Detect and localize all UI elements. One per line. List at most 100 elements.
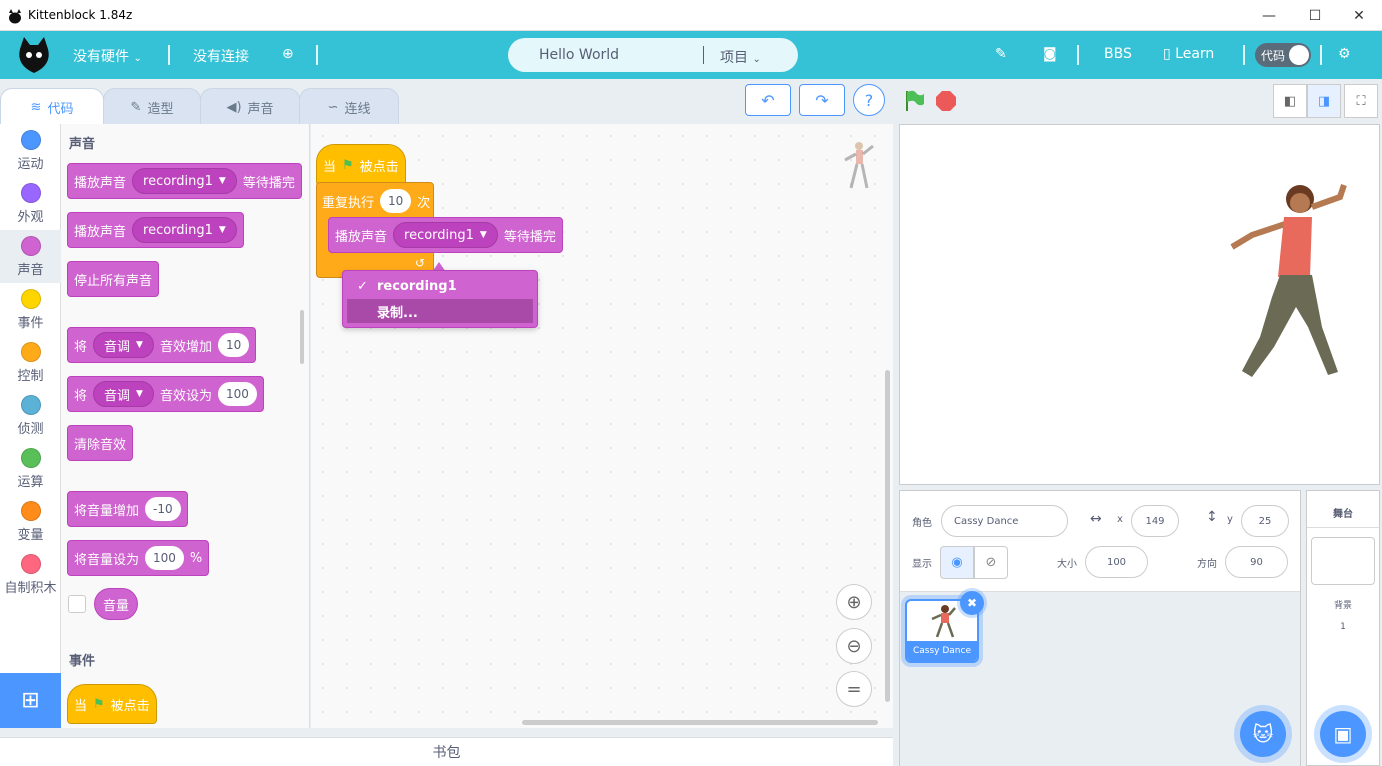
direction-input[interactable]: 90 <box>1225 546 1288 578</box>
zoom-reset-button[interactable]: = <box>836 671 872 707</box>
sound-dropdown[interactable]: recording1 ▼ <box>132 168 237 194</box>
effect-dropdown[interactable]: 音调 ▼ <box>93 332 154 358</box>
block-set-volume[interactable]: 将音量设为 100% <box>67 540 210 576</box>
x-input[interactable]: 149 <box>1131 505 1179 537</box>
add-extension-button[interactable]: ⊞ <box>0 673 61 728</box>
block-change-effect[interactable]: 将音调 ▼ 音效增加 10 <box>67 327 257 363</box>
tab-wiring[interactable]: ∽ 连线 <box>299 88 399 125</box>
category-my-blocks[interactable]: 自制积木 <box>0 548 61 601</box>
bbs-link[interactable]: BBS <box>1104 46 1132 62</box>
stop-icon[interactable] <box>934 89 958 113</box>
y-input[interactable]: 25 <box>1241 505 1289 537</box>
toggle-knob <box>1289 45 1309 65</box>
green-flag-icon: ⚑ <box>342 157 354 173</box>
kitten-logo-icon[interactable] <box>16 35 52 75</box>
large-stage-button[interactable]: ◨ <box>1307 84 1341 118</box>
block-clear-effects[interactable]: 清除音效 <box>67 425 134 461</box>
block-when-flag-clicked[interactable]: 当 ⚑ 被点击 <box>67 684 157 724</box>
effect-dropdown[interactable]: 音调 ▼ <box>93 381 154 407</box>
category-dot <box>20 183 41 203</box>
help-button[interactable]: ? <box>853 84 885 116</box>
category-dot <box>20 501 41 521</box>
minimize-button[interactable]: — <box>1246 0 1292 31</box>
category-events[interactable]: 事件 <box>0 283 61 336</box>
block-change-volume[interactable]: 将音量增加 -10 <box>67 491 188 527</box>
title-bar: Kittenblock 1.84z — ☐ ✕ <box>0 0 1382 31</box>
green-flag-icon[interactable] <box>902 89 926 113</box>
add-backdrop-button[interactable]: ▣ <box>1320 711 1366 757</box>
category-operators[interactable]: 运算 <box>0 442 61 495</box>
block-start-sound[interactable]: 播放声音 recording1 ▼ <box>67 212 244 248</box>
sound-dropdown[interactable]: recording1 ▼ <box>393 222 498 248</box>
value-input[interactable]: 10 <box>217 333 250 357</box>
project-name-input[interactable]: Hello World <box>539 47 619 63</box>
category-sound[interactable]: 声音 <box>0 230 61 283</box>
hardware-menu[interactable]: 没有硬件 ⌄ <box>73 46 142 66</box>
dropdown-item-record[interactable]: 录制... <box>347 299 533 323</box>
stage-thumbnail[interactable] <box>1311 537 1375 585</box>
category-variables[interactable]: 变量 <box>0 495 61 548</box>
block-text: 播放声音 <box>74 175 127 191</box>
divider <box>1077 45 1079 65</box>
script-workspace[interactable]: 当 ⚑ 被点击 重复执行 10 次 播放声音 recording1 ▼ 等待播完 ↺ ⊕ ⊖ … <box>311 124 893 728</box>
category-dot <box>20 342 41 362</box>
connection-menu[interactable]: 没有连接 <box>193 46 249 66</box>
learn-link[interactable]: ▯ Learn <box>1163 46 1214 62</box>
camera-icon[interactable]: ◙ <box>1043 46 1057 62</box>
tab-costumes[interactable]: ✎ 造型 <box>103 88 201 125</box>
maximize-button[interactable]: ☐ <box>1292 0 1338 31</box>
category-motion[interactable]: 运动 <box>0 124 61 177</box>
block-play-sound-until-done[interactable]: 播放声音 recording1 ▼ 等待播完 <box>67 163 302 199</box>
code-toggle[interactable]: 代码 <box>1255 43 1311 67</box>
size-label: 大小 <box>1057 559 1077 570</box>
close-button[interactable]: ✕ <box>1336 0 1382 31</box>
globe-icon[interactable]: ⊕ <box>282 46 294 62</box>
fullscreen-button[interactable]: ⛶ <box>1344 84 1378 118</box>
chevron-down-icon: ⌄ <box>752 54 761 65</box>
sound-dropdown[interactable]: recording1 ▼ <box>132 217 237 243</box>
show-button[interactable]: ◉ <box>940 546 974 579</box>
speaker-icon: ◀) <box>226 99 242 115</box>
tab-sounds[interactable]: ◀) 声音 <box>200 88 300 125</box>
block-stop-all-sounds[interactable]: 停止所有声音 <box>67 261 160 297</box>
block-text: 次 <box>417 195 431 211</box>
backpack-bar[interactable]: 书包 <box>0 737 893 766</box>
hide-button[interactable]: ⊘ <box>974 546 1008 579</box>
category-label: 变量 <box>17 528 44 543</box>
zoom-out-icon: ⊖ <box>846 635 862 657</box>
block-text: 当 <box>74 698 88 714</box>
category-looks[interactable]: 外观 <box>0 177 61 230</box>
tab-code[interactable]: ≋ 代码 <box>0 88 104 126</box>
script-when-flag-clicked[interactable]: 当 ⚑ 被点击 <box>316 144 406 186</box>
category-sensing[interactable]: 侦测 <box>0 389 61 442</box>
redo-button[interactable]: ↷ <box>799 84 845 116</box>
block-set-effect[interactable]: 将音调 ▼ 音效设为 100 <box>67 376 264 412</box>
volume-checkbox[interactable] <box>68 595 86 613</box>
value-input[interactable]: -10 <box>145 497 181 521</box>
value-input[interactable]: 100 <box>217 382 257 406</box>
script-play-sound-until-done[interactable]: 播放声音 recording1 ▼ 等待播完 <box>328 217 563 253</box>
palette-scrollbar[interactable] <box>300 310 304 364</box>
delete-sprite-button[interactable]: ✖ <box>960 591 984 615</box>
block-volume-reporter[interactable]: 音量 <box>94 588 139 620</box>
undo-button[interactable]: ↶ <box>745 84 791 116</box>
repeat-count-input[interactable]: 10 <box>380 189 412 213</box>
workspace-vertical-scrollbar[interactable] <box>885 370 890 702</box>
category-label: 侦测 <box>17 422 44 437</box>
pencil-icon[interactable]: ✎ <box>995 46 1007 62</box>
small-stage-button[interactable]: ◧ <box>1273 84 1307 118</box>
project-menu[interactable]: 项目 ⌄ <box>720 47 761 67</box>
gear-icon[interactable]: ⚙ <box>1338 46 1351 62</box>
zoom-in-button[interactable]: ⊕ <box>836 584 872 620</box>
cassy-dance-sprite[interactable] <box>1212 177 1352 389</box>
workspace-horizontal-scrollbar[interactable] <box>522 720 878 725</box>
category-control[interactable]: 控制 <box>0 336 61 389</box>
sprite-name-input[interactable]: Cassy Dance <box>941 505 1068 537</box>
zoom-out-button[interactable]: ⊖ <box>836 628 872 664</box>
add-sprite-button[interactable]: 🐱 <box>1240 711 1286 757</box>
stage-canvas[interactable] <box>899 124 1380 485</box>
size-input[interactable]: 100 <box>1085 546 1148 578</box>
value-input[interactable]: 100 <box>145 546 184 570</box>
undo-icon: ↶ <box>761 90 775 110</box>
dropdown-item-recording1[interactable]: ✓ recording1 <box>347 274 533 298</box>
